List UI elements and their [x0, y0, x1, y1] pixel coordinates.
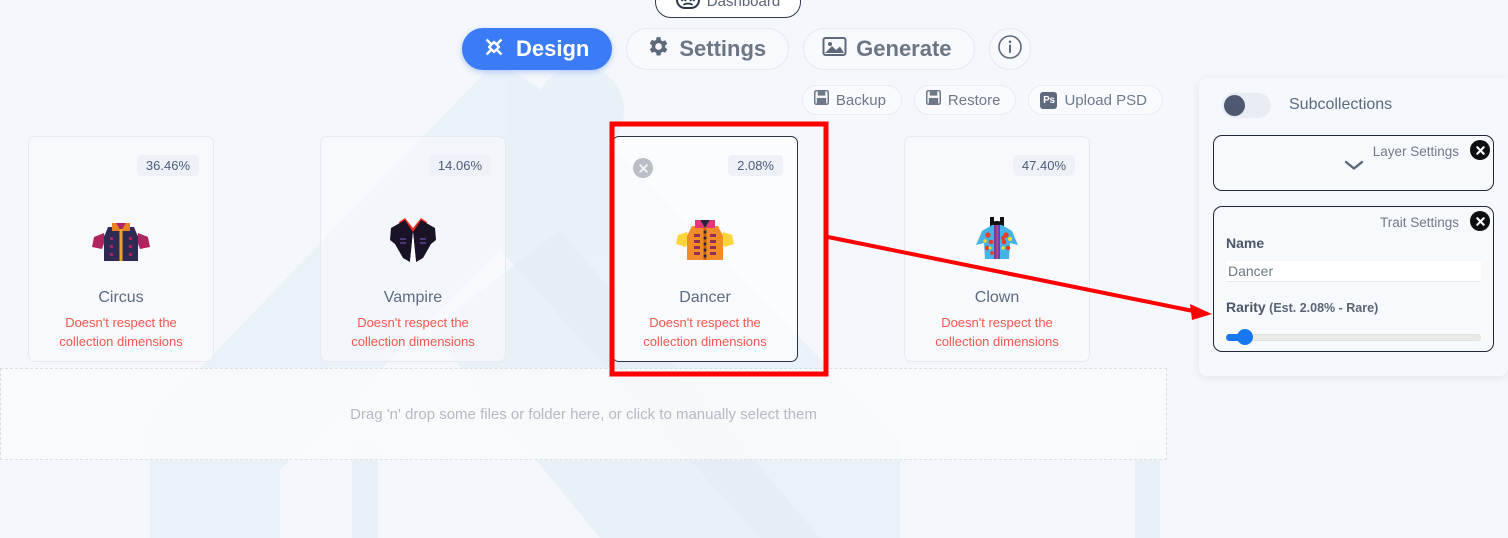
trait-card-grid: 36.46% Circus Doesn't respect the collec… [28, 136, 1090, 362]
photoshop-icon: Ps [1040, 91, 1058, 109]
trait-card-clown[interactable]: 47.40% Clown Doesn't respect the collect… [904, 136, 1090, 362]
dashboard-icon [675, 0, 700, 14]
save-icon [925, 90, 941, 110]
tab-settings-label: Settings [679, 36, 767, 61]
app-root: Dashboard Design Settings Generate Backu… [0, 0, 1508, 538]
restore-button[interactable]: Restore [913, 85, 1017, 115]
restore-label: Restore [947, 91, 1001, 109]
subcollections-row: Subcollections [1222, 90, 1494, 120]
trait-warning: Doesn't respect the collection dimension… [935, 315, 1059, 349]
dashboard-button[interactable]: Dashboard [655, 0, 801, 18]
tab-settings[interactable]: Settings [626, 28, 790, 70]
dashboard-label: Dashboard [706, 0, 781, 10]
trait-warning: Doesn't respect the collection dimension… [351, 315, 475, 349]
trait-name: Clown [974, 289, 1020, 306]
dropzone-text: Drag 'n' drop some files or folder here,… [350, 405, 817, 423]
close-circle-icon[interactable] [1470, 140, 1490, 160]
backup-button[interactable]: Backup [801, 85, 902, 115]
slider-track [1226, 334, 1481, 341]
backup-label: Backup [835, 91, 886, 109]
trait-name: Vampire [383, 289, 443, 306]
remove-trait-button[interactable] [633, 158, 653, 178]
rarity-label-row: Rarity (Est. 2.08% - Rare) [1226, 299, 1481, 317]
trait-name: Circus [98, 289, 144, 306]
tab-generate-label: Generate [856, 36, 952, 61]
slider-thumb[interactable] [1236, 329, 1253, 345]
trait-card-dancer[interactable]: 2.08% Dancer Doesn't respect the collect… [612, 136, 798, 362]
upload-psd-label: Upload PSD [1064, 91, 1147, 109]
dancer-jacket-icon [672, 213, 738, 267]
rarity-estimate: (Est. 2.08% - Rare) [1265, 301, 1379, 315]
layer-settings-title: Layer Settings [1372, 144, 1459, 159]
circus-jacket-icon [88, 213, 154, 267]
trait-name-input[interactable] [1226, 261, 1481, 282]
vampire-cape-icon [380, 213, 446, 267]
toolbar: Backup Restore Ps Upload PSD [801, 85, 1163, 115]
image-icon [822, 36, 847, 63]
tab-design-label: Design [516, 36, 590, 61]
rarity-badge: 47.40% [1012, 155, 1075, 176]
file-dropzone[interactable]: Drag 'n' drop some files or folder here,… [0, 368, 1167, 460]
mode-tab-bar: Design Settings Generate [462, 28, 1031, 70]
toggle-knob [1224, 94, 1245, 116]
trait-name: Dancer [679, 289, 731, 306]
subcollections-label: Subcollections [1289, 96, 1393, 113]
upload-psd-button[interactable]: Ps Upload PSD [1028, 85, 1163, 115]
rarity-badge: 2.08% [728, 155, 783, 176]
info-button[interactable] [988, 28, 1031, 70]
rarity-slider[interactable] [1226, 329, 1481, 345]
subcollections-toggle[interactable] [1222, 92, 1271, 118]
gear-icon [645, 34, 670, 64]
trait-card-circus[interactable]: 36.46% Circus Doesn't respect the collec… [28, 136, 214, 362]
chevron-down-icon[interactable] [1343, 158, 1365, 176]
info-circle-icon [997, 34, 1023, 65]
tab-design[interactable]: Design [462, 28, 613, 70]
design-icon [481, 34, 507, 65]
clown-costume-icon [964, 213, 1030, 267]
name-label: Name [1226, 235, 1265, 251]
trait-settings-title: Trait Settings [1379, 215, 1459, 230]
tab-generate[interactable]: Generate [803, 28, 975, 70]
right-settings-panel: Subcollections Layer Settings Trait Sett… [1199, 78, 1508, 376]
layer-settings-card: Layer Settings [1213, 135, 1494, 191]
trait-warning: Doesn't respect the collection dimension… [59, 315, 183, 349]
trait-card-vampire[interactable]: 14.06% Vampire Doesn't respect the colle… [320, 136, 506, 362]
save-icon [813, 90, 829, 110]
rarity-badge: 36.46% [136, 155, 199, 176]
rarity-badge: 14.06% [428, 155, 491, 176]
rarity-label: Rarity [1226, 299, 1266, 315]
trait-warning: Doesn't respect the collection dimension… [643, 315, 767, 349]
close-circle-icon[interactable] [1470, 211, 1490, 231]
trait-settings-card: Trait Settings Name Rarity (Est. 2.08% -… [1213, 206, 1494, 352]
